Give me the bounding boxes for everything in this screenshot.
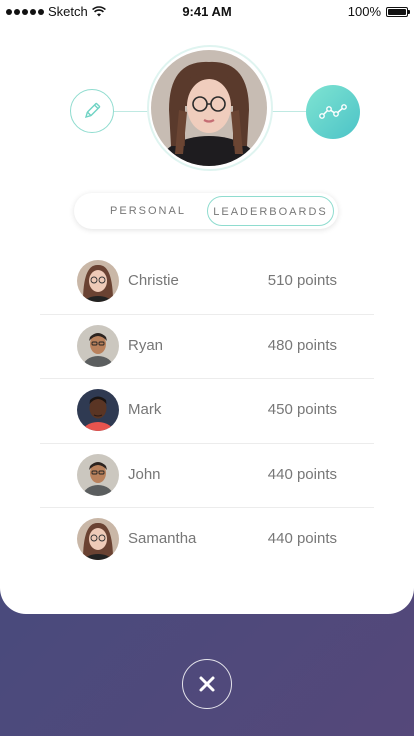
- leaderboard-row[interactable]: Mark 450 points: [40, 379, 374, 444]
- battery-info: 100%: [347, 4, 410, 19]
- edit-profile-button[interactable]: [70, 89, 114, 133]
- player-points: 440 points: [267, 465, 337, 483]
- avatar: [77, 389, 119, 431]
- player-name: Christie: [128, 272, 179, 289]
- tab-personal[interactable]: PERSONAL: [88, 196, 208, 226]
- battery-percent: 100%: [347, 4, 381, 19]
- close-button[interactable]: [182, 659, 232, 709]
- tab-switcher: PERSONAL LEADERBOARDS: [74, 193, 338, 229]
- player-points: 450 points: [267, 401, 337, 418]
- line-graph-icon: [319, 104, 347, 119]
- leaderboard-row[interactable]: Christie 510 points: [40, 250, 374, 315]
- leaderboard-list: Christie 510 points Ryan 480 points Mark…: [40, 250, 374, 572]
- avatar: [77, 260, 119, 302]
- avatar: [77, 453, 119, 496]
- tab-leaderboards[interactable]: LEADERBOARDS: [207, 196, 334, 226]
- status-bar: Sketch 9:41 AM 100%: [0, 0, 414, 22]
- player-name: Samantha: [128, 530, 197, 547]
- player-points: 480 points: [267, 336, 337, 354]
- player-name: Mark: [128, 401, 162, 418]
- player-points: 440 points: [267, 530, 337, 547]
- close-icon: [199, 676, 215, 692]
- profile-avatar: [151, 50, 267, 166]
- player-points: 510 points: [267, 272, 337, 289]
- battery-icon: [386, 6, 410, 17]
- leaderboard-row[interactable]: John 440 points: [40, 444, 374, 508]
- pencil-icon: [84, 102, 101, 119]
- profile-card: Sketch 9:41 AM 100% PERSONAL LEADERBOARD…: [0, 0, 414, 614]
- leaderboard-row[interactable]: Samantha 440 points: [40, 508, 374, 572]
- avatar: [77, 324, 119, 367]
- avatar: [77, 518, 119, 560]
- player-name: John: [128, 465, 161, 483]
- stats-button[interactable]: [306, 85, 360, 139]
- leaderboard-row[interactable]: Ryan 480 points: [40, 315, 374, 379]
- player-name: Ryan: [128, 336, 164, 354]
